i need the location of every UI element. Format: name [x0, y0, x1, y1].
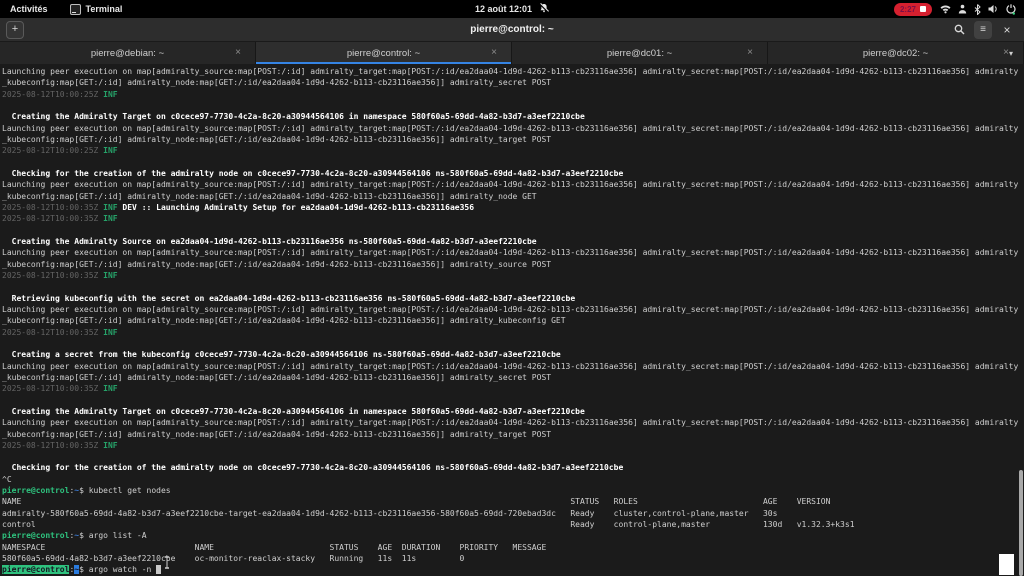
terminal-line: Launching peer execution on map[admiralt…	[2, 66, 1024, 77]
terminal-line: Creating a secret from the kubeconfig c0…	[2, 349, 1024, 360]
tab-label: pierre@control: ~	[347, 48, 420, 59]
tab-label: pierre@dc02: ~	[863, 48, 928, 59]
tab-close-icon[interactable]: ×	[747, 48, 753, 58]
tab-label: pierre@dc01: ~	[607, 48, 672, 59]
terminal-line: pierre@control:~$ argo list -A	[2, 530, 1024, 541]
terminal-line	[2, 225, 1024, 236]
terminal-line: _kubeconfig:map[GET:/:id] admiralty_node…	[2, 315, 1024, 326]
terminal-app-icon	[70, 4, 81, 15]
terminal-line: Checking for the creation of the admiral…	[2, 168, 1024, 179]
terminal-line: pierre@control:~$ argo watch -n	[2, 564, 1024, 575]
desktop: Activités Terminal 12 août 12:01 2:27	[0, 0, 1024, 576]
recording-timer: 2:27	[900, 5, 916, 14]
terminal-line: Launching peer execution on map[admiralt…	[2, 123, 1024, 134]
terminal-scrollbar-thumb[interactable]	[1019, 470, 1023, 576]
search-button[interactable]	[950, 21, 968, 39]
tab-pierre-dc01[interactable]: pierre@dc01: ~ ×	[512, 42, 768, 64]
tab-close-icon[interactable]: ×	[235, 48, 241, 58]
terminal-line: 2025-08-12T10:00:35Z INF	[2, 440, 1024, 451]
user-privacy-icon	[958, 4, 967, 14]
window-title: pierre@control: ~	[0, 24, 1024, 35]
gnome-top-bar: Activités Terminal 12 août 12:01 2:27	[0, 0, 1024, 18]
tab-close-icon[interactable]: ×	[491, 48, 497, 58]
activities-button[interactable]: Activités	[10, 4, 48, 14]
clock[interactable]: 12 août 12:01	[475, 4, 532, 14]
terminal-line: 2025-08-12T10:00:35Z INF	[2, 383, 1024, 394]
terminal-line: Launching peer execution on map[admiralt…	[2, 304, 1024, 315]
menu-button[interactable]: ≡	[974, 21, 992, 39]
terminal-line: 2025-08-12T10:00:35Z INF DEV :: Launchin…	[2, 202, 1024, 213]
tab-bar: pierre@debian: ~ × pierre@control: ~ × p…	[0, 42, 1024, 64]
search-icon	[954, 24, 965, 35]
terminal-line: Launching peer execution on map[admiralt…	[2, 247, 1024, 258]
terminal-line	[2, 451, 1024, 462]
bell-muted-icon	[539, 3, 549, 15]
terminal-line: _kubeconfig:map[GET:/:id] admiralty_node…	[2, 191, 1024, 202]
terminal-line: Launching peer execution on map[admiralt…	[2, 417, 1024, 428]
terminal-line: _kubeconfig:map[GET:/:id] admiralty_node…	[2, 429, 1024, 440]
terminal-line: Creating the Admiralty Target on c0cece9…	[2, 406, 1024, 417]
terminal-headerbar: + pierre@control: ~ ≡ ×	[0, 18, 1024, 42]
terminal-line: admiralty-580f60a5-69dd-4a82-b3d7-a3eef2…	[2, 508, 1024, 519]
bluetooth-icon	[974, 4, 981, 15]
wifi-icon	[940, 4, 951, 14]
terminal-line: NAMESPACE NAME STATUS AGE DURATION PRIOR…	[2, 542, 1024, 553]
system-status-area[interactable]	[940, 4, 1016, 15]
screen-recording-indicator[interactable]: 2:27	[894, 3, 932, 16]
terminal-line: _kubeconfig:map[GET:/:id] admiralty_node…	[2, 134, 1024, 145]
terminal-line: 2025-08-12T10:00:35Z INF	[2, 270, 1024, 281]
terminal-line: 580f60a5-69dd-4a82-b3d7-a3eef2210cbe oc-…	[2, 553, 1024, 564]
terminal-line: ^C	[2, 474, 1024, 485]
terminal-line	[2, 395, 1024, 406]
terminal-line: _kubeconfig:map[GET:/:id] admiralty_node…	[2, 77, 1024, 88]
terminal-line	[2, 157, 1024, 168]
terminal-line: Checking for the creation of the admiral…	[2, 462, 1024, 473]
terminal-line: _kubeconfig:map[GET:/:id] admiralty_node…	[2, 372, 1024, 383]
terminal-line: Retrieving kubeconfig with the secret on…	[2, 293, 1024, 304]
terminal-line: Creating the Admiralty Target on c0cece9…	[2, 111, 1024, 122]
terminal-line: Launching peer execution on map[admiralt…	[2, 361, 1024, 372]
terminal-line: 2025-08-12T10:00:35Z INF	[2, 327, 1024, 338]
terminal-line	[2, 100, 1024, 111]
terminal-line	[2, 281, 1024, 292]
terminal-screen[interactable]: Launching peer execution on map[admiralt…	[0, 64, 1024, 576]
tab-list-chevron-icon[interactable]: ▾	[1002, 42, 1020, 64]
terminal-line: 2025-08-12T10:00:25Z INF	[2, 89, 1024, 100]
mouse-cursor-ibeam	[163, 556, 171, 574]
window-close-button[interactable]: ×	[998, 21, 1016, 39]
tab-label: pierre@debian: ~	[91, 48, 164, 59]
terminal-line: 2025-08-12T10:00:35Z INF	[2, 213, 1024, 224]
terminal-line: control Ready control-plane,master 130d …	[2, 519, 1024, 530]
new-tab-button[interactable]: +	[6, 21, 24, 39]
power-icon	[1006, 4, 1016, 15]
stop-recording-icon	[920, 6, 926, 12]
terminal-line: Creating the Admiralty Source on ea2daa0…	[2, 236, 1024, 247]
terminal-line: NAME STATUS ROLES AGE VERSION	[2, 496, 1024, 507]
terminal-line	[2, 338, 1024, 349]
focused-app-menu[interactable]: Terminal	[70, 4, 123, 15]
terminal-line: Launching peer execution on map[admiralt…	[2, 179, 1024, 190]
tab-pierre-control[interactable]: pierre@control: ~ ×	[256, 42, 512, 64]
focused-app-label: Terminal	[86, 4, 123, 14]
terminal-line: 2025-08-12T10:00:25Z INF	[2, 145, 1024, 156]
terminal-line: _kubeconfig:map[GET:/:id] admiralty_node…	[2, 259, 1024, 270]
terminal-line: pierre@control:~$ kubectl get nodes	[2, 485, 1024, 496]
tab-pierre-dc02[interactable]: pierre@dc02: ~ ×	[768, 42, 1024, 64]
tab-pierre-debian[interactable]: pierre@debian: ~ ×	[0, 42, 256, 64]
overlay-white-box	[999, 554, 1014, 575]
volume-icon	[988, 4, 999, 14]
